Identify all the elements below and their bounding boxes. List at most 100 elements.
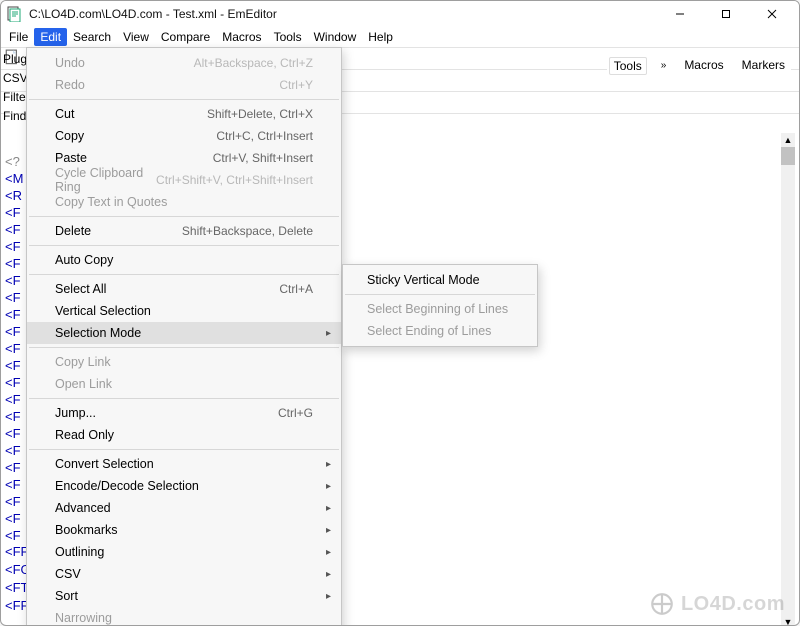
menu-item-convert-selection[interactable]: Convert Selection ▸	[27, 453, 341, 475]
menu-item-outlining[interactable]: Outlining ▸	[27, 541, 341, 563]
menu-separator	[29, 449, 339, 450]
app-icon	[7, 6, 23, 22]
menu-item-label: Selection Mode	[55, 326, 313, 340]
right-tab-labels: Tools » Macros Markers	[607, 57, 791, 75]
menu-item-encode-decode-selection[interactable]: Encode/Decode Selection ▸	[27, 475, 341, 497]
chevron-right-icon: ▸	[326, 481, 331, 492]
menu-item-label: CSV	[55, 567, 313, 581]
menu-item-csv[interactable]: CSV ▸	[27, 563, 341, 585]
menu-item-label: Redo	[55, 78, 279, 92]
submenu-item-select-beginning-of-lines: Select Beginning of Lines	[343, 298, 537, 320]
menu-item-select-all[interactable]: Select AllCtrl+A	[27, 278, 341, 300]
menu-item-accel: Ctrl+A	[279, 282, 313, 296]
editor-line-fragment: <M	[5, 170, 23, 187]
menu-separator	[29, 347, 339, 348]
menu-item-label: Copy Link	[55, 355, 313, 369]
editor-line-fragment: <F	[5, 221, 23, 238]
menu-item-copy[interactable]: CopyCtrl+C, Ctrl+Insert	[27, 125, 341, 147]
edit-menu-dropdown: UndoAlt+Backspace, Ctrl+Z RedoCtrl+Y CutSh…	[26, 47, 342, 626]
editor-line-fragment: <F	[5, 527, 23, 544]
menu-item-label: Open Link	[55, 377, 313, 391]
right-label-markers[interactable]: Markers	[738, 57, 789, 75]
chevron-right-icon: ▸	[326, 547, 331, 558]
menu-tools[interactable]: Tools	[268, 28, 308, 46]
window-title: C:\LO4D.com\LO4D.com - Test.xml - EmEdit…	[29, 7, 657, 21]
menu-item-cycle-clipboard-ring: Cycle Clipboard RingCtrl+Shift+V, Ctrl+S…	[27, 169, 341, 191]
chevron-right-icon: ▸	[326, 591, 331, 602]
menu-item-label: Cycle Clipboard Ring	[55, 166, 156, 194]
minimize-button[interactable]	[657, 1, 703, 27]
menu-item-selection-mode[interactable]: Selection Mode ▸	[27, 322, 341, 344]
menu-item-accel: Ctrl+Shift+V, Ctrl+Shift+Insert	[156, 173, 313, 187]
editor-line-fragment: <F	[5, 204, 23, 221]
chevron-right-icon: »	[657, 57, 671, 75]
menu-item-label: Paste	[55, 151, 213, 165]
editor-line-fragment: <F	[5, 425, 23, 442]
menu-separator	[29, 274, 339, 275]
editor-line-fragment: <F	[5, 459, 23, 476]
menu-item-cut[interactable]: CutShift+Delete, Ctrl+X	[27, 103, 341, 125]
menu-macros[interactable]: Macros	[216, 28, 267, 46]
menu-file[interactable]: File	[3, 28, 34, 46]
editor-line-fragment: <F	[5, 408, 23, 425]
menu-item-label: Outlining	[55, 545, 313, 559]
menu-item-label: Auto Copy	[55, 253, 313, 267]
scroll-down-icon[interactable]: ▼	[781, 615, 795, 626]
menu-item-bookmarks[interactable]: Bookmarks ▸	[27, 519, 341, 541]
menu-item-label: Copy	[55, 129, 216, 143]
menu-edit[interactable]: Edit	[34, 28, 67, 46]
scroll-thumb[interactable]	[781, 147, 795, 165]
menu-item-vertical-selection[interactable]: Vertical Selection	[27, 300, 341, 322]
chevron-right-icon: ▸	[326, 525, 331, 536]
menu-separator	[345, 294, 535, 295]
title-bar: C:\LO4D.com\LO4D.com - Test.xml - EmEdit…	[1, 1, 799, 27]
menu-search[interactable]: Search	[67, 28, 117, 46]
menu-item-jump[interactable]: Jump...Ctrl+G	[27, 402, 341, 424]
maximize-button[interactable]	[703, 1, 749, 27]
right-label-tools[interactable]: Tools	[609, 57, 647, 75]
menu-item-label: Bookmarks	[55, 523, 313, 537]
editor-line-fragment: <F	[5, 255, 23, 272]
right-label-macros[interactable]: Macros	[680, 57, 727, 75]
menu-item-undo: UndoAlt+Backspace, Ctrl+Z	[27, 52, 341, 74]
chevron-right-icon: ▸	[326, 459, 331, 470]
close-button[interactable]	[749, 1, 795, 27]
menu-item-label: Delete	[55, 224, 182, 238]
menu-item-accel: Alt+Backspace, Ctrl+Z	[194, 56, 313, 70]
editor-line-fragment: <F	[5, 306, 23, 323]
menu-item-auto-copy[interactable]: Auto Copy	[27, 249, 341, 271]
chevron-right-icon: ▸	[326, 328, 331, 339]
menu-item-copy-link: Copy Link	[27, 351, 341, 373]
menu-item-open-link: Open Link	[27, 373, 341, 395]
menu-item-accel: Shift+Delete, Ctrl+X	[207, 107, 313, 121]
editor-line-fragment: <F	[5, 272, 23, 289]
menu-item-accel: Ctrl+Y	[279, 78, 313, 92]
menu-item-label: Convert Selection	[55, 457, 313, 471]
scroll-up-icon[interactable]: ▲	[781, 133, 795, 147]
editor-line-fragment: <?	[5, 153, 23, 170]
menu-item-label: Select All	[55, 282, 279, 296]
editor-line-fragment: <F	[5, 323, 23, 340]
editor-line-fragment: <F	[5, 442, 23, 459]
menu-separator	[29, 99, 339, 100]
chevron-right-icon: ▸	[326, 569, 331, 580]
menu-view[interactable]: View	[117, 28, 155, 46]
editor-peek-left: <?<M<R<F<F<F<F<F<F<F<F<F<F<F<F<F<F<F<F<F…	[5, 153, 23, 544]
menu-item-label: Encode/Decode Selection	[55, 479, 313, 493]
menu-item-advanced[interactable]: Advanced▸	[27, 497, 341, 519]
menu-separator	[29, 398, 339, 399]
menu-bar: FileEditSearchViewCompareMacrosToolsWind…	[1, 27, 799, 47]
editor-line-fragment: <F	[5, 391, 23, 408]
menu-item-delete[interactable]: DeleteShift+Backspace, Delete	[27, 220, 341, 242]
vertical-scrollbar[interactable]: ▲ ▼	[781, 147, 795, 615]
menu-item-accel: Ctrl+C, Ctrl+Insert	[216, 129, 313, 143]
menu-window[interactable]: Window	[308, 28, 363, 46]
menu-item-label: Read Only	[55, 428, 313, 442]
submenu-item-sticky-vertical-mode[interactable]: Sticky Vertical Mode	[343, 269, 537, 291]
menu-item-label: Jump...	[55, 406, 278, 420]
menu-compare[interactable]: Compare	[155, 28, 216, 46]
menu-item-sort[interactable]: Sort▸	[27, 585, 341, 607]
menu-help[interactable]: Help	[362, 28, 399, 46]
menu-item-read-only[interactable]: Read Only	[27, 424, 341, 446]
menu-item-narrowing: Narrowing	[27, 607, 341, 626]
